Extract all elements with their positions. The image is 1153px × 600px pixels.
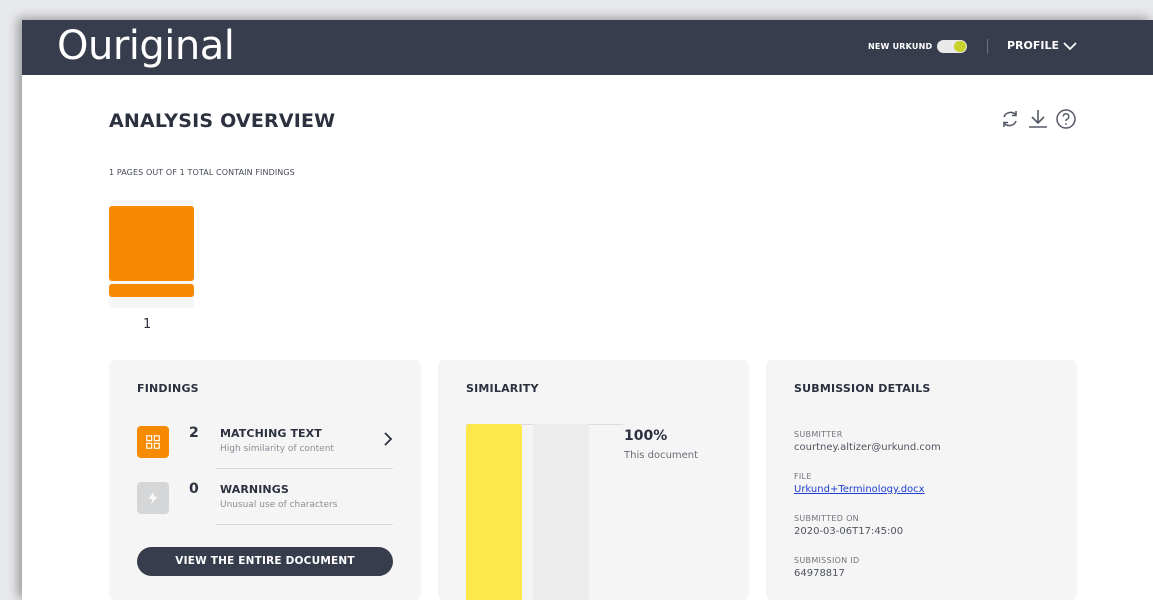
similarity-bar[interactable] [466, 424, 522, 600]
app-window: Ouriginal NEW URKUND PROFILE ANALYSIS OV… [22, 20, 1153, 600]
file-block: FILE Urkund+Terminology.docx [794, 472, 925, 495]
submitted-on-value: 2020-03-06T17:45:00 [794, 526, 904, 537]
download-icon[interactable] [1027, 108, 1049, 130]
page-title: ANALYSIS OVERVIEW [109, 110, 336, 132]
submission-details-title: SUBMISSION DETAILS [794, 382, 931, 395]
finding-row-matching-text[interactable]: 2 MATCHING TEXT High similarity of conte… [137, 424, 393, 472]
profile-menu[interactable]: PROFILE [1007, 39, 1059, 52]
refresh-icon[interactable] [999, 108, 1021, 130]
submission-id-block: SUBMISSION ID 64978817 [794, 556, 859, 579]
findings-card: FINDINGS 2 MATCHING TEXT High similarity… [109, 360, 421, 600]
toolbar [999, 108, 1077, 130]
similarity-bar-background [533, 424, 589, 600]
similarity-title: SIMILARITY [466, 382, 539, 395]
page-number: 1 [143, 317, 152, 332]
header-divider [987, 39, 988, 54]
lightning-icon [137, 482, 169, 514]
finding-label: MATCHING TEXT [220, 427, 322, 440]
page-thumbnail[interactable] [109, 200, 194, 308]
file-label: FILE [794, 472, 812, 481]
file-link[interactable]: Urkund+Terminology.docx [794, 484, 925, 495]
similarity-card: SIMILARITY 100% This document [438, 360, 749, 600]
submission-id-value: 64978817 [794, 568, 845, 579]
toggle-knob [954, 41, 966, 52]
chevron-down-icon[interactable] [1062, 39, 1078, 53]
finding-row-warnings[interactable]: 0 WARNINGS Unusual use of characters [137, 480, 393, 528]
similarity-source-label: This document [624, 450, 699, 461]
submitter-value: courtney.altizer@urkund.com [794, 442, 941, 453]
submitter-label: SUBMITTER [794, 430, 843, 439]
new-urkund-label: NEW URKUND [868, 42, 933, 51]
submission-id-label: SUBMISSION ID [794, 556, 860, 565]
finding-label: WARNINGS [220, 483, 289, 496]
help-icon[interactable] [1055, 108, 1077, 130]
submitted-on-block: SUBMITTED ON 2020-03-06T17:45:00 [794, 514, 903, 537]
row-divider [216, 468, 393, 469]
finding-description: High similarity of content [220, 444, 334, 454]
finding-count: 2 [189, 425, 199, 441]
view-entire-document-button[interactable]: VIEW THE ENTIRE DOCUMENT [137, 547, 393, 576]
chevron-right-icon[interactable] [381, 430, 395, 448]
submission-details-card: SUBMISSION DETAILS SUBMITTER courtney.al… [766, 360, 1077, 600]
row-divider [216, 524, 393, 525]
submitted-on-label: SUBMITTED ON [794, 514, 859, 523]
finding-description: Unusual use of characters [220, 500, 338, 510]
logo[interactable]: Ouriginal [57, 23, 235, 69]
top-bar: Ouriginal NEW URKUND PROFILE [22, 20, 1153, 75]
findings-title: FINDINGS [137, 382, 199, 395]
finding-count: 0 [189, 481, 199, 497]
page-thumbnail-strip [109, 284, 194, 297]
grid-icon [137, 426, 169, 458]
page-thumbnail-findings [109, 206, 194, 281]
submitter-block: SUBMITTER courtney.altizer@urkund.com [794, 430, 941, 453]
new-urkund-toggle[interactable] [937, 40, 967, 53]
similarity-percent: 100% [624, 428, 668, 444]
pages-caption: 1 PAGES OUT OF 1 TOTAL CONTAIN FINDINGS [109, 168, 295, 177]
